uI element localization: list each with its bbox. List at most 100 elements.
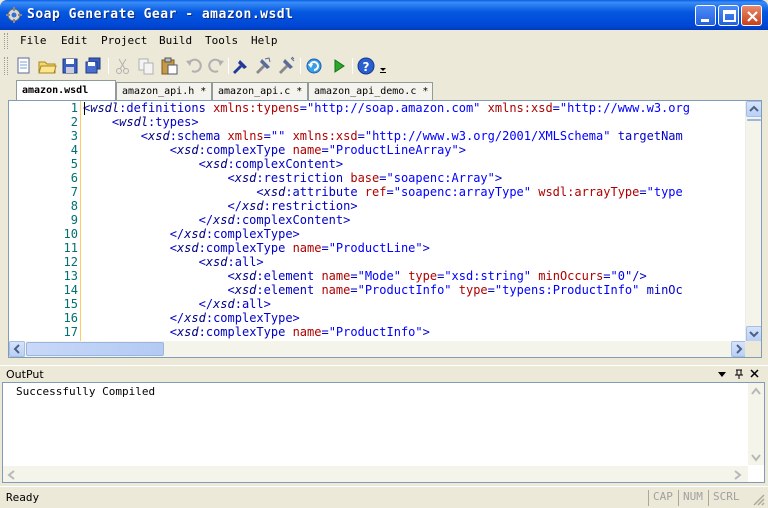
toolbar-overflow-icon[interactable] [378, 56, 388, 76]
close-button[interactable] [741, 5, 762, 26]
copy-icon[interactable] [136, 56, 156, 76]
save-all-icon[interactable] [83, 56, 103, 76]
line-number: 2 [70, 115, 78, 129]
code-line[interactable]: <xsd:schema xmlns="" xmlns:xsd="http://w… [83, 129, 683, 143]
scroll-up-button[interactable] [746, 101, 761, 117]
code-line[interactable]: <xsd:element name="ProductInfo" type="ty… [83, 283, 683, 297]
menu-file[interactable]: File [20, 34, 47, 47]
pin-icon[interactable] [733, 368, 745, 380]
build-icon[interactable] [253, 56, 273, 76]
app-gear-icon [6, 7, 22, 23]
menu-build[interactable]: Build [159, 34, 192, 47]
refresh-icon[interactable] [304, 56, 324, 76]
chevron-left-icon[interactable] [6, 469, 16, 481]
output-panel[interactable]: Successfully Compiled [2, 382, 765, 483]
code-line[interactable]: <xsd:restriction base="soapenc:Array"> [83, 171, 503, 185]
chevron-down-icon[interactable] [750, 453, 762, 463]
status-cap-indicator: CAP [648, 490, 673, 506]
menu-project[interactable]: Project [101, 34, 147, 47]
chevron-right-icon[interactable] [733, 469, 743, 481]
dropdown-arrow-icon[interactable] [717, 371, 727, 379]
close-icon [747, 11, 758, 22]
open-folder-icon[interactable] [37, 56, 57, 76]
code-line[interactable]: </xsd:all> [83, 297, 271, 311]
horizontal-scroll-thumb[interactable] [26, 342, 164, 356]
line-number: 6 [70, 171, 78, 185]
line-number: 1 [70, 101, 78, 115]
line-number: 16 [63, 311, 78, 325]
tab-amazon-api-c[interactable]: amazon_api.c * [212, 82, 308, 100]
redo-icon[interactable] [206, 56, 226, 76]
line-number: 9 [70, 213, 78, 227]
output-horizontal-scrollbar[interactable] [3, 465, 748, 482]
vertical-scroll-thumb[interactable] [747, 119, 761, 121]
tab-amazon-api-demo-c[interactable]: amazon_api_demo.c * [308, 82, 433, 100]
code-line[interactable]: </xsd:complexContent> [83, 213, 351, 227]
chevron-up-icon [749, 105, 759, 112]
output-panel-header: OutPut [0, 365, 768, 382]
title-bar[interactable]: Soap Generate Gear - amazon.wsdl [0, 0, 768, 30]
menu-bar: File Edit Project Build Tools Help [0, 30, 768, 52]
run-icon[interactable] [329, 56, 349, 76]
code-editor[interactable]: 1 2 3 4 5 6 7 8 9 10 11 12 13 14 15 16 17 <wsdl:definiti… [8, 100, 762, 358]
chevron-up-icon[interactable] [750, 386, 762, 396]
tab-amazon-wsdl[interactable]: amazon.wsdl [16, 80, 116, 100]
tab-strip: amazon.wsdl amazon_api.h * amazon_api.c … [0, 80, 768, 100]
line-number: 4 [70, 143, 78, 157]
code-line[interactable]: <xsd:attribute ref="soapenc:arrayType" w… [83, 185, 682, 199]
tab-amazon-api-h[interactable]: amazon_api.h * [116, 82, 212, 100]
code-line[interactable]: <xsd:complexType name="ProductLine"> [83, 241, 430, 255]
line-number: 17 [63, 325, 78, 339]
rebuild-icon[interactable] [276, 56, 296, 76]
chevron-right-icon [736, 344, 743, 354]
line-number-gutter: 1 2 3 4 5 6 7 8 9 10 11 12 13 14 15 16 17 [9, 101, 81, 342]
line-number: 7 [70, 185, 78, 199]
code-line[interactable]: <wsdl:types> [83, 115, 199, 129]
toolbar-separator [108, 58, 109, 74]
resize-grip-icon[interactable] [752, 493, 766, 507]
toolbar-separator [300, 58, 301, 74]
maximize-icon [723, 10, 736, 22]
line-number: 3 [70, 129, 78, 143]
toolbar-grip[interactable] [4, 57, 8, 75]
status-bar: Ready CAP NUM SCRL [0, 486, 768, 508]
toolbar: ? [0, 52, 768, 80]
cut-icon[interactable] [113, 56, 133, 76]
menu-tools[interactable]: Tools [205, 34, 238, 47]
line-number: 12 [63, 255, 78, 269]
window-title: Soap Generate Gear - amazon.wsdl [27, 7, 294, 22]
code-line[interactable]: <xsd:all> [83, 255, 264, 269]
new-file-icon[interactable] [14, 56, 34, 76]
code-line[interactable]: <xsd:complexType name="ProductLineArray"… [83, 143, 466, 157]
code-line[interactable]: <xsd:complexType name="ProductInfo"> [83, 325, 430, 339]
code-line[interactable]: </xsd:restriction> [83, 199, 358, 213]
minimize-button[interactable] [695, 5, 716, 26]
scroll-down-button[interactable] [746, 326, 761, 342]
paste-icon[interactable] [159, 56, 179, 76]
code-line[interactable]: <xsd:complexContent> [83, 157, 344, 171]
output-panel-title: OutPut [6, 368, 44, 381]
undo-icon[interactable] [184, 56, 204, 76]
compile-icon[interactable] [230, 56, 250, 76]
status-scrl-indicator: SCRL [708, 490, 740, 506]
code-area[interactable]: <wsdl:definitions xmlns:typens="http://s… [83, 101, 747, 342]
scroll-left-button[interactable] [9, 341, 25, 357]
close-panel-icon[interactable] [750, 369, 760, 379]
code-line[interactable]: <wsdl:definitions xmlns:typens="http://s… [83, 101, 690, 115]
chevron-down-icon [749, 331, 759, 338]
menu-grip[interactable] [4, 33, 8, 49]
svg-text:?: ? [363, 60, 370, 74]
code-line[interactable]: </xsd:complexType> [83, 227, 300, 241]
code-line[interactable]: </xsd:complexType> [83, 311, 300, 325]
chevron-left-icon [13, 344, 20, 354]
editor-vertical-scrollbar[interactable] [745, 101, 761, 342]
output-vertical-scrollbar[interactable] [748, 383, 764, 465]
help-icon[interactable]: ? [356, 56, 376, 76]
editor-horizontal-scrollbar[interactable] [9, 341, 747, 357]
code-line[interactable]: <xsd:element name="Mode" type="xsd:strin… [83, 269, 647, 283]
line-number: 15 [63, 297, 78, 311]
maximize-button[interactable] [718, 5, 739, 26]
menu-edit[interactable]: Edit [61, 34, 88, 47]
save-icon[interactable] [60, 56, 80, 76]
menu-help[interactable]: Help [251, 34, 278, 47]
